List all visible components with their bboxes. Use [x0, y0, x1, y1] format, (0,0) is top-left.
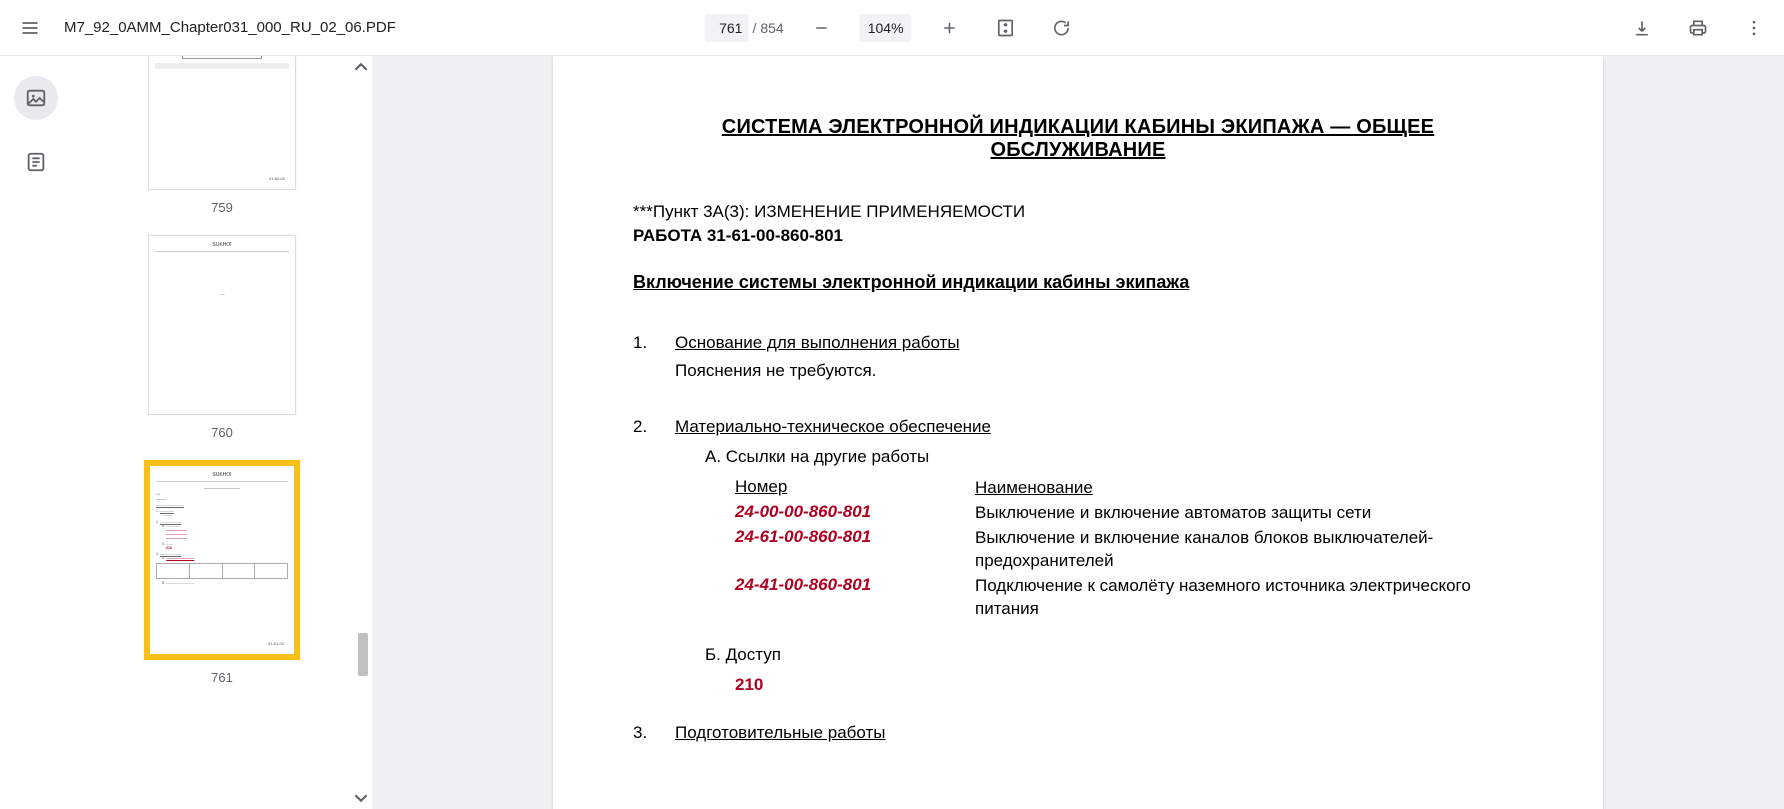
ref-code: 24-61-00-860-801: [735, 527, 935, 547]
zoom-in-button[interactable]: [932, 10, 968, 46]
doc-meta: ***Пункт 3А(3): ИЗМЕНЕНИЕ ПРИМЕНЯЕМОСТИ: [633, 202, 1523, 222]
ref-row: 24-00-00-860-801 Выключение и включение …: [735, 502, 1523, 525]
thumbnail-item[interactable]: SUKHOI — 760: [148, 235, 296, 440]
subsection-b: Б. Доступ 210: [705, 645, 1523, 695]
ref-name: Подключение к самолёту наземного источни…: [975, 575, 1523, 621]
access-value: 210: [735, 675, 1523, 695]
fit-page-icon: [996, 18, 1016, 38]
thumbnail-label: 759: [211, 200, 233, 215]
print-button[interactable]: [1680, 10, 1716, 46]
rotate-icon: [1052, 18, 1072, 38]
subsection-label: Б. Доступ: [705, 645, 1523, 665]
print-icon: [1688, 18, 1708, 38]
thumbnail-item[interactable]: 31-60-00 759: [148, 56, 296, 215]
section-number: 1.: [633, 333, 657, 381]
section-heading: Материально-техническое обеспечение: [675, 417, 1523, 437]
scroll-down-icon[interactable]: [354, 791, 368, 805]
section-number: 3.: [633, 723, 657, 743]
menu-icon: [20, 18, 40, 38]
subsection-a: А. Ссылки на другие работы Номер Наимено…: [705, 447, 1523, 621]
page-area[interactable]: СИСТЕМА ЭЛЕКТРОННОЙ ИНДИКАЦИИ КАБИНЫ ЭКИ…: [372, 56, 1784, 809]
rotate-button[interactable]: [1044, 10, 1080, 46]
subsection-label: А. Ссылки на другие работы: [705, 447, 1523, 467]
ref-code: 24-41-00-860-801: [735, 575, 935, 595]
thumbnail-760[interactable]: SUKHOI —: [148, 235, 296, 415]
section-number: 2.: [633, 417, 657, 695]
page-sheet: СИСТЕМА ЭЛЕКТРОННОЙ ИНДИКАЦИИ КАБИНЫ ЭКИ…: [553, 56, 1603, 809]
scroll-up-icon[interactable]: [354, 60, 368, 74]
page-separator: /: [752, 20, 756, 36]
ref-name: Выключение и включение автоматов защиты …: [975, 502, 1523, 525]
thumbnail-label: 761: [211, 670, 233, 685]
section-heading: Основание для выполнения работы: [675, 333, 1523, 353]
thumbnails-toggle[interactable]: [14, 76, 58, 120]
ref-row: 24-41-00-860-801 Подключение к самолёту …: [735, 575, 1523, 621]
zoom-level[interactable]: 104%: [860, 14, 912, 42]
thumb-scrollbar-thumb[interactable]: [358, 633, 368, 676]
section-text: Пояснения не требуются.: [675, 361, 1523, 381]
page-indicator: / 854: [704, 14, 783, 42]
reference-table: Номер Наименование 24-00-00-860-801 Выкл…: [735, 477, 1523, 621]
section-heading: Подготовительные работы: [675, 723, 1523, 743]
section-1: 1. Основание для выполнения работы Поясн…: [633, 333, 1523, 381]
thumbnail-759[interactable]: 31-60-00: [148, 56, 296, 190]
total-pages: 854: [760, 20, 783, 36]
section-3: 3. Подготовительные работы: [633, 723, 1523, 743]
minus-icon: [813, 19, 831, 37]
download-button[interactable]: [1624, 10, 1660, 46]
body: 31-60-00 759 SUKHOI — 760 SUKHOI: [0, 56, 1784, 809]
doc-task: РАБОТА 31-61-00-860-801: [633, 226, 1523, 246]
outline-icon: [25, 151, 47, 173]
filename: M7_92_0AMM_Chapter031_000_RU_02_06.PDF: [56, 19, 396, 36]
thumbnail-label: 760: [211, 425, 233, 440]
ref-name: Выключение и включение каналов блоков вы…: [975, 527, 1523, 573]
doc-subtitle: Включение системы электронной индикации …: [633, 272, 1523, 293]
thumb-scrollbar-track[interactable]: [356, 74, 370, 791]
fit-page-button[interactable]: [988, 10, 1024, 46]
toolbar: M7_92_0AMM_Chapter031_000_RU_02_06.PDF /…: [0, 0, 1784, 56]
section-2: 2. Материально-техническое обеспечение А…: [633, 417, 1523, 695]
page-input[interactable]: [704, 14, 748, 42]
thumbnail-item[interactable]: SUKHOI ————————— *** ——— ———————— 1. ———…: [144, 460, 300, 685]
outline-toggle[interactable]: [14, 140, 58, 184]
ref-header-number: Номер: [735, 477, 935, 497]
ref-code: 24-00-00-860-801: [735, 502, 935, 522]
download-icon: [1632, 18, 1652, 38]
more-button[interactable]: [1736, 10, 1772, 46]
more-vertical-icon: [1744, 18, 1764, 38]
doc-title: СИСТЕМА ЭЛЕКТРОННОЙ ИНДИКАЦИИ КАБИНЫ ЭКИ…: [633, 116, 1523, 162]
menu-button[interactable]: [12, 10, 48, 46]
ref-header-name: Наименование: [975, 477, 1523, 500]
sidebar-rail: [0, 56, 72, 809]
image-icon: [25, 87, 47, 109]
zoom-out-button[interactable]: [804, 10, 840, 46]
thumbnail-panel: 31-60-00 759 SUKHOI — 760 SUKHOI: [72, 56, 372, 809]
plus-icon: [941, 19, 959, 37]
thumbnail-761[interactable]: SUKHOI ————————— *** ——— ———————— 1. ———…: [144, 460, 300, 660]
ref-row: 24-61-00-860-801 Выключение и включение …: [735, 527, 1523, 573]
